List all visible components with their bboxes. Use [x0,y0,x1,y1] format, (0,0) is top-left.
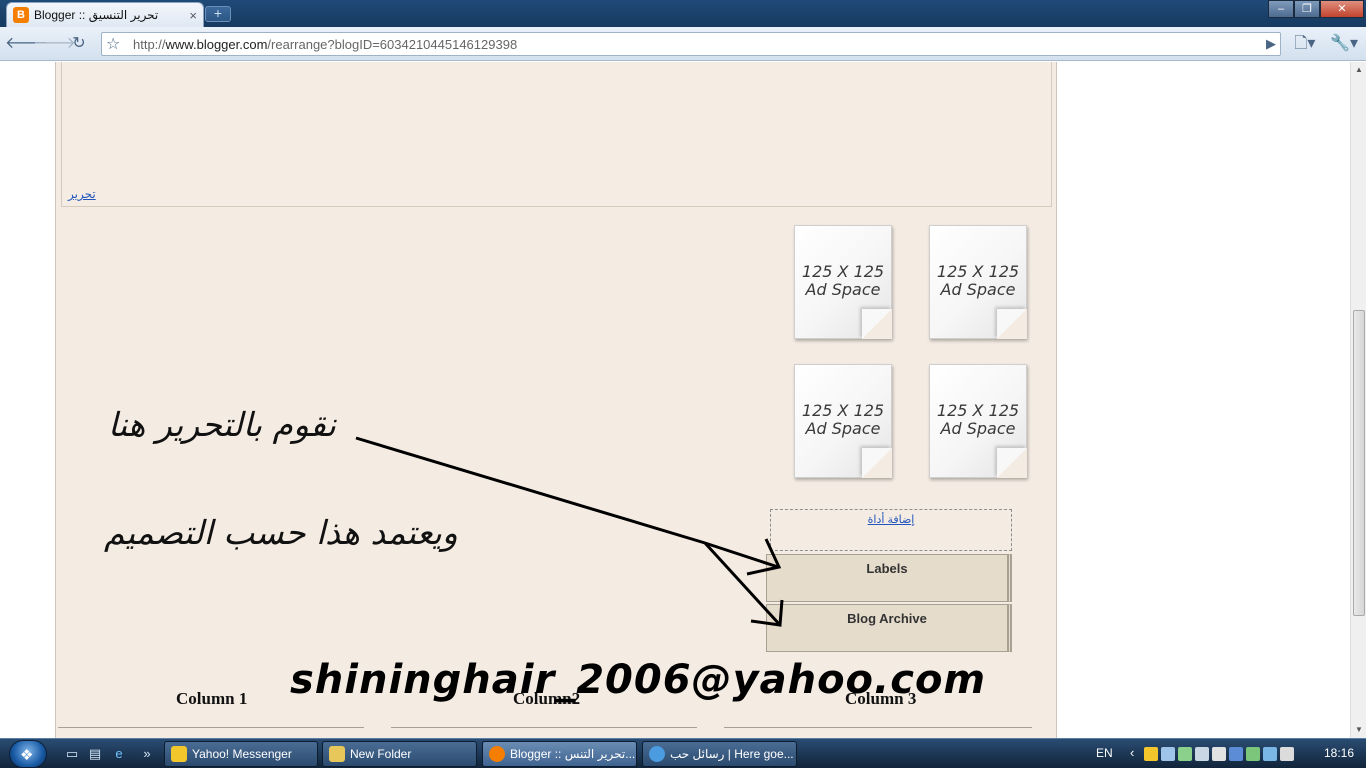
reload-button[interactable]: ↻ [67,33,91,55]
taskbar-item-label: رسائل حب | Here goe... [670,747,794,761]
taskbar-item[interactable]: رسائل حب | Here goe... [642,741,797,767]
close-window-button[interactable]: ✕ [1320,0,1364,18]
tray-app-icon[interactable] [1178,747,1192,761]
window-controls: – ❐ ✕ [1268,0,1364,18]
restore-button[interactable]: ❐ [1294,0,1320,18]
browser-title-bar: B Blogger :: تحرير التنسيق × + – ❐ ✕ [0,0,1366,27]
annotation-text: ويعتمد هذا حسب التصميم [104,513,458,552]
page-menu-icon: 🗋▾ [1294,35,1316,52]
scroll-down-icon[interactable]: ▼ [1351,722,1366,738]
chrome-icon [649,746,665,762]
chrome-icon [489,746,505,762]
show-desktop-icon[interactable]: ▭ [63,746,81,762]
tray-app-icon[interactable] [1212,747,1226,761]
wrench-icon: 🔧▾ [1330,35,1358,52]
new-tab-button[interactable]: + [205,6,231,22]
quicklaunch-more-icon[interactable]: » [138,746,156,762]
url-host: www.blogger.com [165,37,268,52]
tab-blogger[interactable]: B Blogger :: تحرير التنسيق × [6,2,204,27]
page-viewport: تحرير 125 X 125 Ad Space 125 X 125 Ad Sp… [0,62,1350,738]
annotation-text: نقوم بالتحرير هنا [108,405,336,444]
folder-icon [329,746,345,762]
system-tray: EN ‹ 18:16 [1096,739,1366,769]
url-text[interactable]: http://www.blogger.com/rearrange?blogID=… [133,37,517,52]
wrench-menu-button[interactable]: 🔧▾ [1328,33,1360,55]
taskbar-item-label: New Folder [350,747,412,761]
scroll-thumb[interactable] [1353,310,1365,616]
back-button[interactable]: 🡐 [5,33,48,55]
tray-app-icon[interactable] [1246,747,1260,761]
internet-explorer-icon[interactable]: e [110,746,128,762]
email-watermark: shininghair_2006@yahoo.com [290,657,987,703]
tray-app-icon[interactable] [1161,747,1175,761]
blogger-favicon-icon: B [13,7,29,23]
url-prefix: http:// [133,37,166,52]
forward-button[interactable]: 🡒 [33,33,76,55]
language-indicator[interactable]: EN [1096,746,1113,760]
minimize-button[interactable]: – [1268,0,1294,18]
start-button[interactable]: ❖ [9,740,47,768]
network-icon[interactable] [1263,747,1277,761]
taskbar-item-label: Blogger :: تحرير التنس... [510,747,636,761]
tray-icons [1144,747,1294,761]
address-bar[interactable]: ☆ http://www.blogger.com/rearrange?blogI… [101,32,1281,56]
taskbar-item[interactable]: New Folder [322,741,477,767]
star-icon[interactable]: ☆ [106,34,120,54]
tab-title: Blogger :: تحرير التنسيق [34,8,159,22]
scroll-up-icon[interactable]: ▲ [1351,62,1366,78]
windows-taskbar: ❖ ▭ ▤ e » Yahoo! Messenger New Folder Bl… [0,738,1366,768]
annotation-arrows [355,436,784,627]
tray-app-icon[interactable] [1229,747,1243,761]
switch-windows-icon[interactable]: ▤ [86,746,104,762]
windows-logo-icon: ❖ [20,747,34,764]
yahoo-tray-icon[interactable] [1144,747,1158,761]
url-path: /rearrange?blogID=6034210445146129398 [267,37,518,52]
tray-app-icon[interactable] [1195,747,1209,761]
play-icon[interactable]: ▶ [1266,36,1276,52]
vertical-scrollbar[interactable]: ▲ ▼ [1350,62,1366,738]
tab-close-icon[interactable]: × [189,8,197,23]
taskbar-item[interactable]: Blogger :: تحرير التنس... [482,741,637,767]
taskbar-item[interactable]: Yahoo! Messenger [164,741,318,767]
reload-icon: ↻ [72,35,86,52]
volume-icon[interactable] [1280,747,1294,761]
browser-toolbar: 🡐 🡒 ↻ ☆ http://www.blogger.com/rearrange… [0,27,1366,61]
clock[interactable]: 18:16 [1324,746,1354,760]
tray-expand-icon[interactable]: ‹ [1130,745,1134,760]
yahoo-messenger-icon [171,746,187,762]
taskbar-item-label: Yahoo! Messenger [192,747,292,761]
page-menu-button[interactable]: 🗋▾ [1290,33,1320,55]
